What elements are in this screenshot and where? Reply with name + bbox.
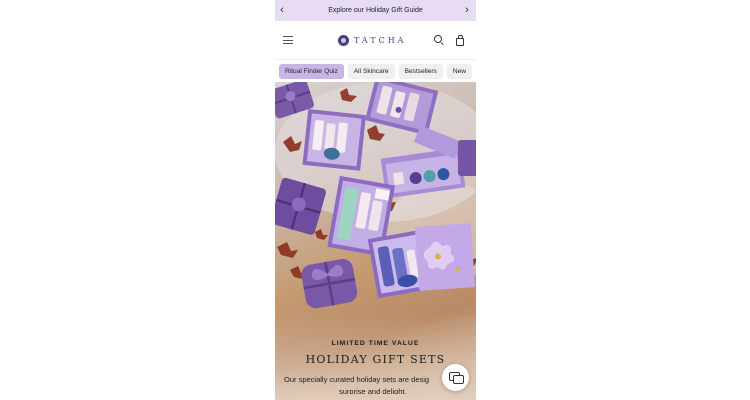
chip-ritual-finder-quiz[interactable]: Ritual Finder Quiz [279,63,344,79]
promo-bar: ‹ Explore our Holiday Gift Guide › [275,0,476,21]
promo-text[interactable]: Explore our Holiday Gift Guide [328,7,423,14]
hero-title: HOLIDAY GIFT SETS [305,353,446,366]
category-chips: Ritual Finder Quiz All Skincare Bestsell… [275,60,476,82]
logo-mark-icon [338,34,349,46]
search-icon[interactable] [434,35,444,46]
hero-description-line1: Our specially curated holiday sets are d… [284,375,430,384]
chat-bubble-front-icon [453,375,464,384]
hero-description: Our specially curated holiday sets are d… [284,374,464,394]
hero-eyebrow: LIMITED TIME VALUE [331,340,420,347]
chip-new[interactable]: New [446,63,473,79]
hero-banner[interactable]: LIMITED TIME VALUE HOLIDAY GIFT SETS Our… [275,82,476,400]
shopping-bag-icon[interactable] [455,35,465,46]
chip-all-skincare[interactable]: All Skincare [347,63,395,79]
chat-button[interactable] [442,364,469,391]
hamburger-menu-icon[interactable] [283,36,293,44]
site-header: TATCHA [275,21,476,60]
chevron-left-icon[interactable]: ‹ [275,3,289,17]
chip-bestsellers[interactable]: Bestsellers [398,63,443,79]
hero-description-link[interactable]: surprise and delight. [284,386,464,394]
brand-logo[interactable]: TATCHA [338,33,406,47]
mobile-viewport: ‹ Explore our Holiday Gift Guide › TATCH… [275,0,476,400]
hero-text-block: LIMITED TIME VALUE HOLIDAY GIFT SETS [275,340,476,366]
chevron-right-icon[interactable]: › [460,3,474,17]
logo-text: TATCHA [354,35,407,45]
